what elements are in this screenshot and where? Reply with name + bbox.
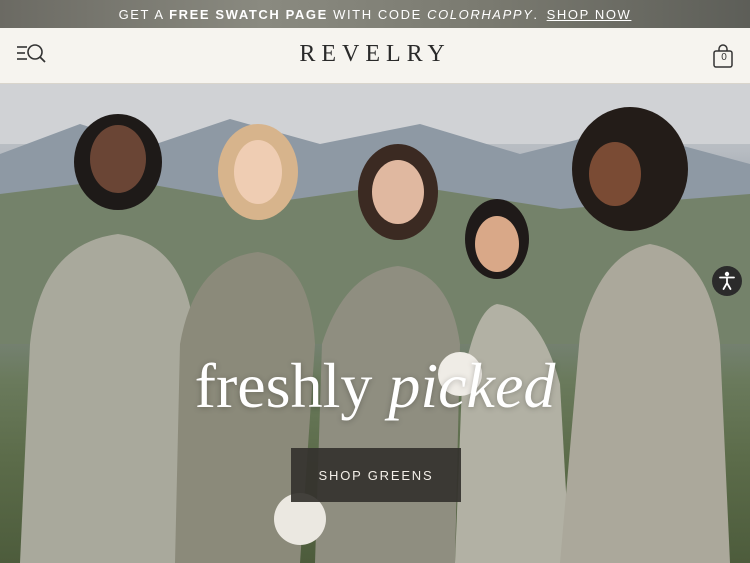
- cart-count: 0: [721, 52, 727, 63]
- headline-italic: picked: [388, 350, 556, 421]
- hero-headline: freshly picked: [0, 354, 750, 418]
- promo-suffix: .: [533, 6, 539, 22]
- cart-button[interactable]: 0: [712, 44, 736, 70]
- site-logo[interactable]: REVELRY: [0, 41, 750, 68]
- site-header: REVELRY 0: [0, 28, 750, 84]
- headline-regular: freshly: [194, 350, 389, 421]
- promo-banner: GET A FREE SWATCH PAGE WITH CODE COLORHA…: [0, 0, 750, 28]
- promo-prefix: GET A: [118, 6, 170, 22]
- accessibility-icon: [719, 271, 735, 290]
- shop-now-link[interactable]: SHOP NOW: [547, 7, 632, 22]
- shop-greens-button[interactable]: SHOP GREENS: [291, 448, 461, 502]
- promo-highlight: FREE SWATCH PAGE: [169, 6, 328, 22]
- accessibility-button[interactable]: [712, 266, 742, 296]
- promo-code: COLORHAPPY: [427, 6, 534, 22]
- hero-banner[interactable]: freshly picked SHOP GREENS: [0, 84, 750, 563]
- promo-middle: WITH CODE: [327, 6, 428, 22]
